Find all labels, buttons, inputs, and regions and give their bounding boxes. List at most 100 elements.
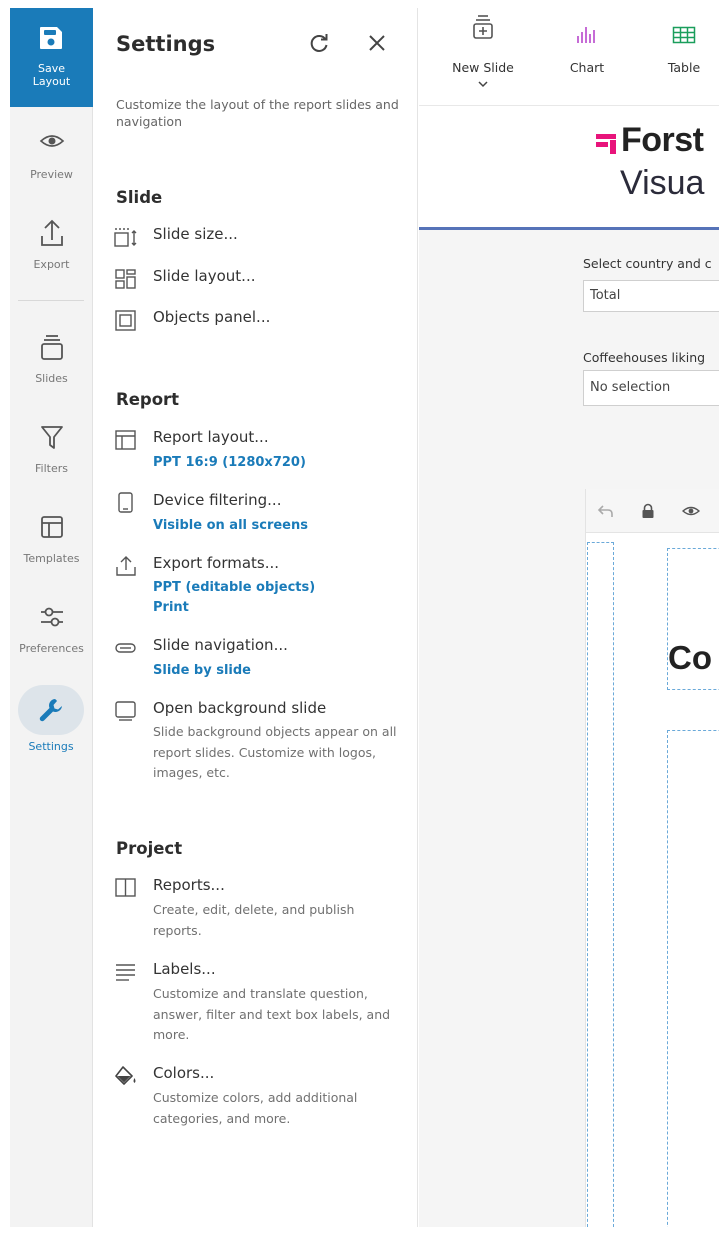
eye-icon [39,135,65,147]
rail-label-export: Export [33,258,70,271]
option-reports[interactable]: Reports... Create, edit, delete, and pub… [112,876,412,946]
option-report-layout-label: Report layout... [153,428,269,446]
filter-country-label: Select country and c [583,256,712,271]
rail-divider [18,300,84,301]
brand-subtitle: Visua [620,164,705,202]
save-layout-button[interactable]: Save Layout [10,8,93,107]
option-slide-layout-label: Slide layout... [153,267,256,285]
table-button[interactable]: Table [651,8,717,106]
table-icon [672,26,696,44]
slide-size-icon [114,228,137,247]
settings-panel: Settings Customize the layout of the rep… [94,8,418,1227]
slide-object-sidebar[interactable] [587,542,614,1227]
option-labels-label: Labels... [153,960,216,978]
panel-description: Customize the layout of the report slide… [116,97,399,129]
filter-coffeehouses-select[interactable]: No selection [583,370,719,406]
option-colors-label: Colors... [153,1064,215,1082]
device-icon [118,492,133,513]
option-slide-size[interactable]: Slide size... [112,225,412,249]
filter-country-select[interactable]: Total [583,280,719,312]
new-slide-icon [473,15,493,39]
option-export-formats-label: Export formats... [153,554,280,572]
option-export-formats-value-ppt: PPT (editable objects) [153,580,316,595]
navigation-icon [115,643,136,653]
option-objects-panel-label: Objects panel... [153,308,271,326]
chevron-down-icon [478,81,488,88]
rail-item-preferences[interactable]: Preferences [10,594,93,664]
rail-item-settings[interactable] [18,685,84,735]
templates-icon [41,516,63,538]
option-reports-label: Reports... [153,876,225,894]
option-device-filtering-label: Device filtering... [153,491,282,509]
section-title-project: Project [116,839,183,858]
left-rail: Save Layout Preview Export Slides Filter… [10,8,93,1227]
new-slide-label: New Slide [452,60,514,75]
option-export-formats-value-print: Print [153,600,189,615]
option-device-filtering-value: Visible on all screens [153,518,308,533]
background-slide-icon [115,701,136,721]
refresh-icon[interactable] [308,32,330,54]
rail-item-slides[interactable]: Slides [10,324,93,394]
close-icon[interactable] [368,34,386,52]
table-label: Table [667,60,701,75]
rail-label-templates: Templates [23,552,80,565]
filter-icon [41,426,63,449]
chart-button[interactable]: Chart [554,8,620,106]
option-export-formats[interactable]: Export formats... PPT (editable objects)… [112,554,412,620]
rail-label-preferences: Preferences [19,642,84,655]
objects-panel-icon [115,310,136,331]
sliders-icon [41,607,63,627]
chart-icon [577,27,595,43]
option-colors[interactable]: Colors... Customize colors, add addition… [112,1064,412,1134]
lock-icon[interactable] [641,503,655,519]
visibility-icon[interactable] [682,503,700,519]
report-layout-icon [115,430,136,450]
option-slide-navigation[interactable]: Slide navigation... Slide by slide [112,636,412,684]
paint-bucket-icon [115,1066,136,1085]
export-formats-icon [116,556,136,576]
slide-title-text: Co [668,639,712,676]
new-slide-button[interactable]: New Slide [443,8,523,106]
option-reports-description: Create, edit, delete, and publish report… [153,902,355,938]
option-colors-description: Customize colors, add additional categor… [153,1090,358,1126]
option-background-slide-description: Slide background objects appear on all r… [153,724,397,780]
wrench-icon [39,699,62,722]
option-device-filtering[interactable]: Device filtering... Visible on all scree… [112,491,412,539]
option-objects-panel[interactable]: Objects panel... [112,308,412,332]
chart-label: Chart [569,60,605,75]
filter-coffeehouses-label: Coffeehouses liking [583,350,706,365]
rail-item-export[interactable]: Export [10,210,93,280]
option-slide-navigation-label: Slide navigation... [153,636,288,654]
rail-item-filters[interactable]: Filters [10,414,93,484]
lines-icon [116,964,135,981]
panel-title: Settings [116,32,216,56]
brand-logo-icon [596,134,616,154]
section-title-slide: Slide [116,188,163,207]
slides-icon [41,335,63,360]
report-editor: New Slide Chart Table Forst Visua Select… [419,8,719,1227]
save-layout-label: Save Layout [32,62,71,88]
undo-icon[interactable] [597,503,615,519]
rail-label-settings: Settings [28,740,74,753]
rail-item-preview[interactable]: Preview [10,120,93,190]
slide-object-content-box[interactable] [667,730,719,1227]
option-labels[interactable]: Labels... Customize and translate questi… [112,960,412,1050]
option-slide-layout[interactable]: Slide layout... [112,267,412,291]
option-report-layout[interactable]: Report layout... PPT 16:9 (1280x720) [112,428,412,476]
brand-name: Forst [621,121,704,159]
slide-layout-icon [115,269,136,289]
book-icon [115,878,136,897]
rail-item-templates[interactable]: Templates [10,504,93,574]
export-icon [41,219,63,246]
slide-canvas: Co [585,489,719,1227]
rail-label-filters: Filters [35,462,68,475]
rail-label-preview: Preview [30,168,73,181]
option-slide-size-label: Slide size... [153,225,238,243]
option-background-slide[interactable]: Open background slide Slide background o… [112,699,412,789]
slide-object-toolbar [586,489,719,533]
option-labels-description: Customize and translate question, answer… [153,986,391,1042]
option-background-slide-label: Open background slide [153,699,327,717]
option-slide-navigation-value: Slide by slide [153,663,252,678]
section-title-report: Report [116,390,180,409]
option-report-layout-value: PPT 16:9 (1280x720) [153,455,306,470]
